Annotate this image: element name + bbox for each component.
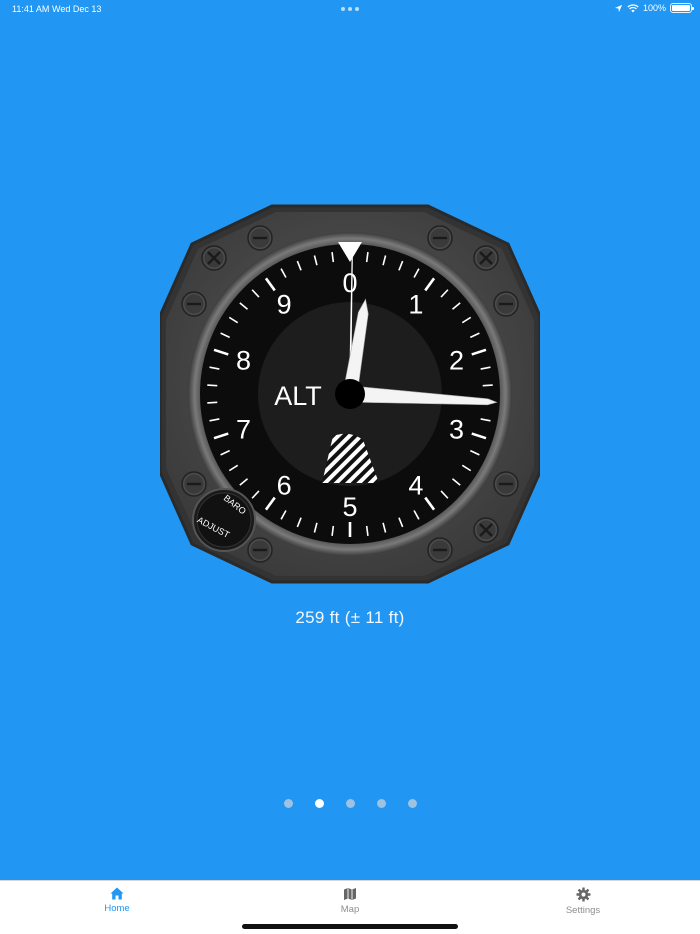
status-bar: 11:41 AM Wed Dec 13 100% — [0, 0, 700, 18]
gear-icon — [575, 887, 591, 902]
dial-number: 2 — [449, 345, 464, 375]
dial-number: 5 — [342, 492, 357, 522]
home-icon — [110, 887, 124, 900]
dial-number: 3 — [449, 415, 464, 445]
page-dot[interactable] — [376, 799, 386, 808]
altimeter-gauge: 0 12 34 5 67 89 ALT BARO ADJUST — [160, 204, 540, 584]
tab-settings[interactable]: Settings — [533, 887, 633, 916]
multitasking-dots-icon[interactable] — [341, 7, 359, 11]
screw-head — [427, 537, 453, 563]
dial-number: 7 — [236, 415, 251, 445]
battery-percent: 100% — [642, 3, 666, 13]
screw-head — [247, 225, 273, 251]
page-dot[interactable] — [283, 799, 293, 808]
dial-number: 9 — [277, 289, 292, 319]
home-indicator[interactable] — [242, 924, 458, 929]
hand-hub — [335, 379, 365, 409]
status-indicators: 100% — [614, 3, 694, 13]
tab-home[interactable]: Home — [67, 887, 167, 914]
screw-head — [473, 245, 499, 271]
screw-head — [201, 245, 227, 271]
page-dot[interactable] — [407, 799, 417, 808]
screw-head — [181, 291, 207, 317]
status-time: 11:41 AM — [12, 4, 50, 14]
battery-icon — [670, 3, 694, 13]
screw-head — [247, 537, 273, 563]
page-dot[interactable] — [345, 799, 355, 808]
dial-number: 8 — [236, 345, 251, 375]
page-dot[interactable] — [314, 799, 324, 808]
page-indicator[interactable] — [0, 799, 700, 808]
baro-adjust-knob[interactable]: BARO ADJUST — [192, 488, 256, 552]
altitude-readout: 259 ft (± 11 ft) — [295, 608, 405, 627]
tab-map-label: Map — [340, 904, 360, 915]
dial-number: 4 — [408, 471, 423, 501]
location-arrow-icon — [614, 4, 623, 12]
dial-number: 0 — [342, 268, 357, 298]
dial-tick — [207, 384, 218, 387]
screw-head — [473, 517, 499, 543]
dial-number: 1 — [408, 289, 423, 319]
status-date: Wed Dec 13 — [52, 4, 102, 14]
wifi-icon — [627, 3, 639, 12]
tab-map[interactable]: Map — [300, 887, 400, 915]
screw-head — [181, 471, 207, 497]
alt-label: ALT — [274, 381, 322, 411]
screw-head — [427, 225, 453, 251]
tab-settings-label: Settings — [565, 905, 601, 916]
screw-head — [493, 471, 519, 497]
map-icon — [344, 888, 356, 900]
screw-head — [493, 291, 519, 317]
dial-tick — [482, 384, 493, 387]
tab-home-label: Home — [104, 903, 130, 914]
dial-tick — [207, 401, 218, 404]
dial-number: 6 — [277, 471, 292, 501]
